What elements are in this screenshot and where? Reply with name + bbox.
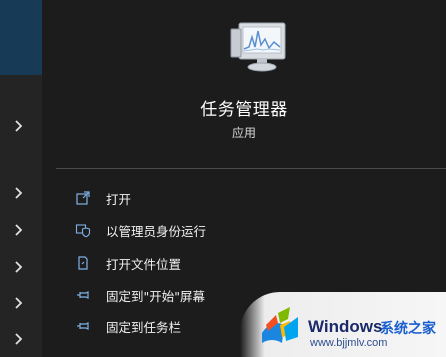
divider	[56, 168, 446, 169]
action-label: 以管理员身份运行	[106, 223, 207, 239]
action-label: 固定到"开始"屏幕	[106, 288, 205, 304]
action-label: 打开文件位置	[106, 256, 182, 272]
start-menu-app-panel: 任务管理器 应用 打开 以管理员身份运行 打开文件位置 固定到"开始"屏幕 固定…	[0, 0, 446, 357]
file-location-icon	[74, 254, 92, 272]
chevron-right-icon[interactable]	[10, 331, 26, 347]
app-type-label: 应用	[231, 126, 256, 140]
chevron-right-icon[interactable]	[10, 295, 26, 311]
open-icon	[74, 189, 92, 207]
pin-icon	[74, 286, 92, 304]
action-label: 打开	[106, 191, 132, 207]
watermark-brand: Windows	[308, 317, 383, 336]
chevron-right-icon[interactable]	[10, 118, 26, 134]
action-open-file-location[interactable]: 打开文件位置	[74, 251, 334, 275]
task-manager-icon	[229, 17, 293, 73]
action-label: 固定到任务栏	[106, 319, 182, 335]
windows-logo-icon	[258, 303, 302, 347]
chevron-right-icon[interactable]	[10, 259, 26, 275]
selected-result-highlight[interactable]	[0, 0, 42, 75]
app-title: 任务管理器	[200, 100, 288, 120]
watermark-url: www.bjjmlv.com	[310, 337, 388, 349]
chevron-right-icon[interactable]	[10, 185, 26, 201]
watermark-site-name: 系统之家	[380, 321, 436, 337]
chevron-right-icon[interactable]	[10, 222, 26, 238]
pin-icon	[74, 317, 92, 335]
action-run-as-admin[interactable]: 以管理员身份运行	[74, 218, 334, 242]
left-result-strip	[0, 0, 42, 357]
shield-icon	[74, 221, 92, 239]
action-open[interactable]: 打开	[74, 186, 334, 210]
